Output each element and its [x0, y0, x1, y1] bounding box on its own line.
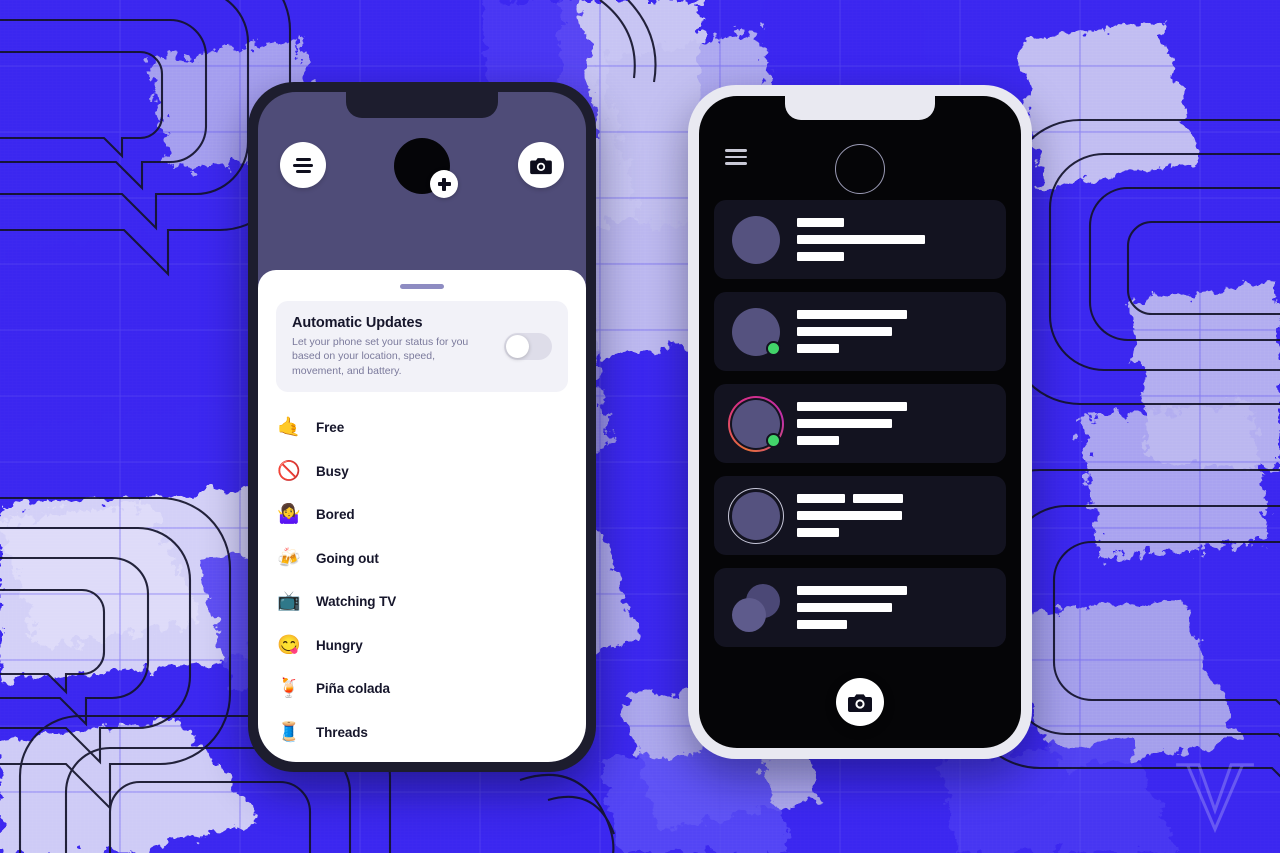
- placeholder-text-lines: [797, 494, 988, 537]
- text-bar: [797, 603, 892, 612]
- chat-list-item[interactable]: [714, 568, 1006, 647]
- placeholder-text-lines: [797, 218, 988, 261]
- chat-list-item[interactable]: [714, 292, 1006, 371]
- camera-icon: [530, 157, 552, 174]
- avatar: [732, 307, 781, 356]
- status-option-label: Hungry: [316, 637, 363, 653]
- placeholder-text-lines: [797, 586, 988, 629]
- text-bar: [797, 402, 907, 411]
- status-option-label: Bored: [316, 507, 355, 523]
- left-phone-topbar: [258, 92, 586, 270]
- status-option-label: Watching TV: [316, 594, 397, 610]
- automatic-updates-card: Automatic Updates Let your phone set you…: [276, 301, 568, 392]
- status-option-watching-tv[interactable]: 📺 Watching TV: [276, 580, 568, 624]
- automatic-updates-description: Let your phone set your status for you b…: [292, 336, 469, 377]
- verge-watermark-logo: [1176, 763, 1254, 834]
- status-option-hungry[interactable]: 😋 Hungry: [276, 623, 568, 667]
- status-option-free[interactable]: 🤙 Free: [276, 406, 568, 450]
- text-bar: [797, 494, 845, 503]
- text-bar: [797, 586, 907, 595]
- status-option-label: Busy: [316, 463, 349, 479]
- avatar: [732, 215, 780, 264]
- chat-list: [699, 200, 1021, 647]
- menu-button[interactable]: [280, 142, 326, 188]
- plus-icon[interactable]: [430, 170, 458, 198]
- status-option-label: Threads: [316, 724, 368, 740]
- avatar-circle: [732, 597, 766, 632]
- background-grain: [0, 0, 1280, 853]
- status-option-label: Piña colada: [316, 681, 390, 697]
- status-option-pina-colada[interactable]: 🍹 Piña colada: [276, 667, 568, 711]
- placeholder-text-lines: [797, 402, 988, 445]
- avatar-outline-ring: [728, 487, 784, 544]
- right-phone-mockup: [688, 85, 1032, 759]
- chat-list-item[interactable]: [714, 384, 1006, 463]
- clinking-beer-mugs-emoji: 🍻: [277, 547, 301, 569]
- text-bar: [797, 327, 892, 336]
- automatic-updates-toggle[interactable]: [504, 332, 552, 360]
- chat-list-item[interactable]: [714, 476, 1006, 555]
- screenshot-stage: Automatic Updates Let your phone set you…: [0, 0, 1280, 853]
- online-status-dot: [766, 432, 781, 448]
- tropical-drink-emoji: 🍹: [277, 678, 301, 700]
- toggle-knob: [506, 334, 529, 358]
- left-phone-screen: Automatic Updates Let your phone set you…: [258, 92, 586, 762]
- profile-avatar-button[interactable]: [394, 138, 458, 198]
- status-option-threads[interactable]: 🧵 Threads: [276, 710, 568, 754]
- status-option-busy[interactable]: 🚫 Busy: [276, 449, 568, 493]
- sheet-drag-handle[interactable]: [400, 284, 444, 289]
- television-emoji: 📺: [277, 591, 301, 613]
- text-bar: [797, 218, 844, 227]
- right-phone-screen: [699, 96, 1021, 748]
- avatar: [728, 487, 784, 544]
- text-bar: [797, 419, 892, 428]
- face-savoring-food-emoji: 😋: [277, 634, 301, 656]
- call-me-hand-emoji: 🤙: [277, 417, 301, 439]
- text-bar: [797, 310, 907, 319]
- text-bar: [797, 620, 847, 629]
- text-bar: [853, 494, 903, 503]
- camera-button[interactable]: [518, 142, 564, 188]
- hamburger-icon[interactable]: [725, 149, 747, 165]
- thread-spool-emoji: 🧵: [277, 721, 301, 743]
- left-phone-mockup: Automatic Updates Let your phone set you…: [248, 82, 596, 772]
- status-options-list: 🤙 Free 🚫 Busy 🤷‍♀️ Bored 🍻 Going out: [258, 406, 586, 754]
- hamburger-icon: [293, 157, 313, 173]
- status-option-label: Going out: [316, 550, 379, 566]
- text-bar: [797, 252, 844, 261]
- chat-list-item[interactable]: [714, 200, 1006, 279]
- status-bottom-sheet: Automatic Updates Let your phone set you…: [258, 270, 586, 762]
- camera-icon: [848, 693, 872, 712]
- prohibited-emoji: 🚫: [277, 460, 301, 482]
- avatar: [728, 395, 784, 452]
- status-option-bored[interactable]: 🤷‍♀️ Bored: [276, 493, 568, 537]
- text-bar: [797, 528, 839, 537]
- phone-notch: [346, 92, 498, 118]
- text-bar: [797, 344, 839, 353]
- status-option-going-out[interactable]: 🍻 Going out: [276, 536, 568, 580]
- text-bar: [797, 511, 902, 520]
- placeholder-text-lines: [797, 310, 988, 353]
- avatar-circle: [732, 215, 780, 264]
- status-option-label: Free: [316, 420, 345, 436]
- camera-fab-button[interactable]: [836, 678, 884, 726]
- text-bar: [797, 436, 839, 445]
- shrug-emoji: 🤷‍♀️: [277, 504, 301, 526]
- profile-avatar-outline[interactable]: [835, 144, 885, 194]
- phone-notch: [785, 96, 935, 120]
- online-status-dot: [766, 340, 781, 356]
- automatic-updates-title: Automatic Updates: [292, 315, 423, 331]
- group-avatar: [732, 583, 780, 632]
- text-bar: [797, 235, 925, 244]
